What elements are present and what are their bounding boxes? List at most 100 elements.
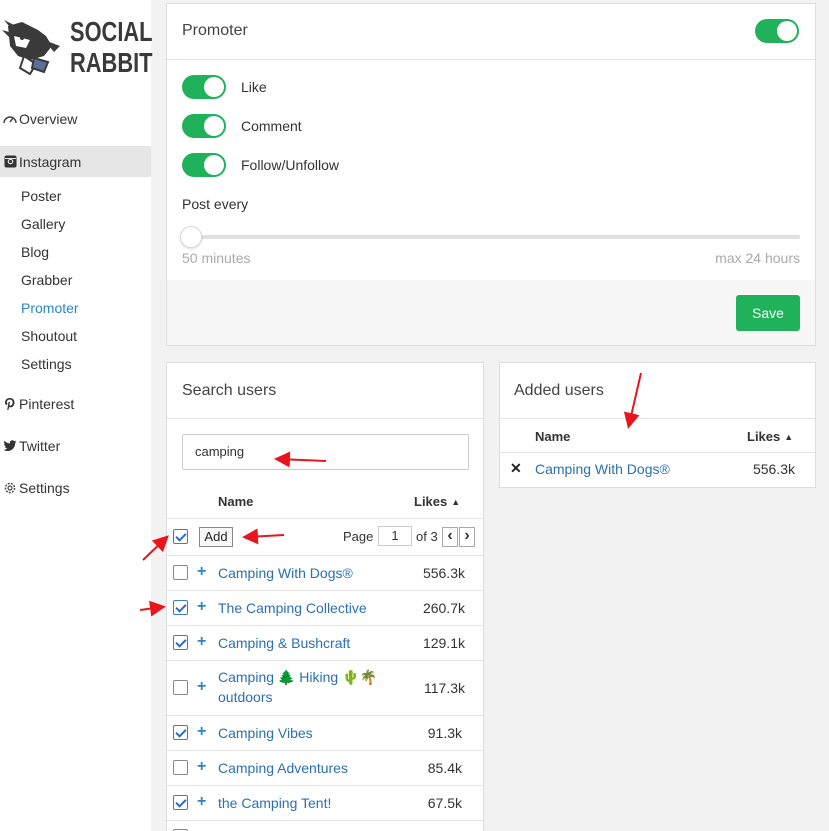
likes-count: 91.3k <box>427 725 462 741</box>
divider <box>500 418 815 419</box>
sidebar-subitem-blog[interactable]: Blog <box>21 242 49 262</box>
table-row: + Camping & Bushcraft 129.1k <box>167 625 483 660</box>
dashboard-icon <box>2 111 18 127</box>
row-checkbox[interactable] <box>173 635 188 650</box>
column-header-name[interactable]: Name <box>535 429 570 444</box>
pinterest-icon <box>2 396 18 412</box>
sidebar-item-overview[interactable]: Overview <box>0 103 151 135</box>
sort-asc-icon: ▲ <box>451 497 461 507</box>
post-every-label: Post every <box>182 196 249 212</box>
sidebar-subitem-shoutout[interactable]: Shoutout <box>21 326 77 346</box>
sidebar: SOCIAL RABBIT Overview Instagram Poster … <box>0 0 153 831</box>
page-total: of 3 <box>416 529 438 544</box>
comment-toggle[interactable] <box>182 114 226 138</box>
sidebar-subitem-grabber[interactable]: Grabber <box>21 270 72 290</box>
likes-count: 556.3k <box>752 461 795 477</box>
sidebar-item-label: Twitter <box>19 438 61 454</box>
user-name-link[interactable]: Camping With Dogs® <box>218 565 353 581</box>
column-header-likes[interactable]: Likes ▲ <box>414 494 460 510</box>
promoter-master-toggle[interactable] <box>755 19 799 43</box>
column-header-likes-label: Likes <box>747 429 781 444</box>
table-row: ✕ Camping With Dogs® 556.3k <box>500 452 815 487</box>
add-row-icon[interactable]: + <box>197 564 206 580</box>
divider <box>167 518 483 519</box>
remove-user-icon[interactable]: ✕ <box>510 460 522 477</box>
sidebar-subitem-gallery[interactable]: Gallery <box>21 214 65 234</box>
slider-min-label: 50 minutes <box>182 250 251 266</box>
added-users-panel: Added users Name Likes ▲ ✕ Camping With … <box>499 362 816 488</box>
table-row: + Camping Vibes 91.3k <box>167 715 483 750</box>
add-row-icon[interactable]: + <box>197 759 206 775</box>
page-number-input[interactable]: 1 <box>378 526 412 546</box>
add-row-icon[interactable]: + <box>197 679 206 695</box>
sidebar-item-label: Settings <box>19 480 70 496</box>
likes-count: 67.5k <box>427 795 462 811</box>
row-checkbox[interactable] <box>173 600 188 615</box>
search-users-panel: Search users camping Name Likes ▲ Add Pa… <box>166 362 484 831</box>
logo[interactable]: SOCIAL RABBIT <box>0 12 153 82</box>
save-button[interactable]: Save <box>736 295 800 331</box>
sidebar-item-pinterest[interactable]: Pinterest <box>0 388 151 420</box>
panel-title: Added users <box>514 382 604 399</box>
user-name-link[interactable]: Camping Adventures <box>218 760 348 776</box>
table-row: + Camping Adventures 85.4k <box>167 750 483 785</box>
user-name-link-line2[interactable]: outdoors <box>218 689 272 705</box>
column-header-likes-label: Likes <box>414 494 448 509</box>
panel-footer <box>167 280 815 345</box>
like-toggle-label: Like <box>241 79 267 95</box>
like-toggle[interactable] <box>182 75 226 99</box>
add-row-icon[interactable]: + <box>197 599 206 615</box>
table-row: + The Camping Collective 260.7k <box>167 590 483 625</box>
table-row: + Camping With Dogs® 556.3k <box>167 555 483 590</box>
prev-page-button[interactable]: ‹ <box>442 527 458 547</box>
select-all-checkbox[interactable] <box>173 529 188 544</box>
row-checkbox[interactable] <box>173 680 188 695</box>
search-input[interactable]: camping <box>182 434 469 470</box>
user-name-link[interactable]: the Camping Tent! <box>218 795 331 811</box>
user-name-link[interactable]: Camping 🌲 Hiking 🌵🌴 <box>218 669 377 686</box>
panel-title: Search users <box>182 382 277 399</box>
page-label: Page <box>343 529 374 544</box>
twitter-icon <box>2 438 18 454</box>
sidebar-item-settings[interactable]: Settings <box>0 472 151 504</box>
interval-slider-thumb[interactable] <box>180 226 202 248</box>
add-row-icon[interactable]: + <box>197 724 206 740</box>
add-row-icon[interactable]: + <box>197 634 206 650</box>
likes-count: 85.4k <box>427 760 462 776</box>
sidebar-item-label: Overview <box>19 111 78 127</box>
sort-asc-icon: ▲ <box>784 432 794 442</box>
next-page-button[interactable]: › <box>459 527 475 547</box>
likes-count: 556.3k <box>422 565 465 581</box>
column-header-name[interactable]: Name <box>218 494 253 509</box>
divider <box>167 59 815 60</box>
sidebar-item-label: Instagram <box>19 153 82 170</box>
user-name-link[interactable]: The Camping Collective <box>218 600 367 616</box>
add-button[interactable]: Add <box>199 527 233 547</box>
follow-toggle-label: Follow/Unfollow <box>241 157 340 173</box>
column-header-likes[interactable]: Likes ▲ <box>747 429 793 445</box>
likes-count: 129.1k <box>422 635 465 651</box>
rabbit-logo-icon <box>2 20 60 76</box>
user-name-link[interactable]: Camping Vibes <box>218 725 313 741</box>
divider <box>167 418 483 419</box>
row-checkbox[interactable] <box>173 760 188 775</box>
panel-title: Promoter <box>182 22 248 39</box>
interval-slider-track[interactable] <box>182 235 800 239</box>
row-checkbox[interactable] <box>173 725 188 740</box>
user-name-link[interactable]: Camping & Bushcraft <box>218 635 350 651</box>
row-checkbox[interactable] <box>173 565 188 580</box>
follow-toggle[interactable] <box>182 153 226 177</box>
divider <box>167 820 483 821</box>
row-checkbox[interactable] <box>173 795 188 810</box>
sidebar-subitem-poster[interactable]: Poster <box>21 186 61 206</box>
table-row: + Camping 🌲 Hiking 🌵🌴 outdoors 117.3k <box>167 660 483 715</box>
promoter-panel: Promoter Like Comment Follow/Unfollow Po… <box>166 3 816 346</box>
sidebar-subitem-promoter[interactable]: Promoter <box>21 298 79 318</box>
sidebar-subitem-settings[interactable]: Settings <box>21 354 72 374</box>
user-name-link[interactable]: Camping With Dogs® <box>535 461 670 477</box>
sidebar-item-twitter[interactable]: Twitter <box>0 430 151 462</box>
sidebar-item-instagram[interactable]: Instagram <box>0 146 151 177</box>
sidebar-item-label: Pinterest <box>19 396 75 412</box>
brand-line-1: SOCIAL <box>70 16 153 47</box>
add-row-icon[interactable]: + <box>197 794 206 810</box>
